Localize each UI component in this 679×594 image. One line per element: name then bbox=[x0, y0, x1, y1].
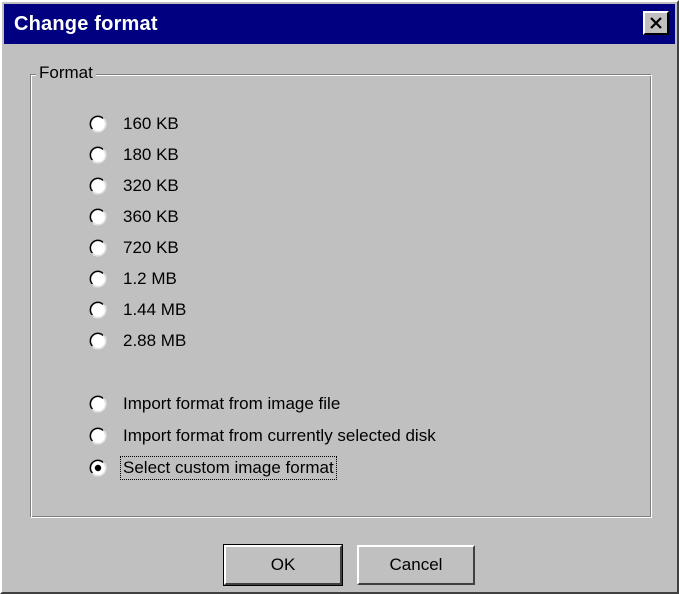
radio-button-icon[interactable] bbox=[88, 269, 108, 289]
radio-label: Import format from image file bbox=[123, 394, 341, 413]
radio-label: 1.44 MB bbox=[123, 300, 187, 319]
radio-button-icon[interactable] bbox=[88, 331, 108, 351]
radio-label: 2.88 MB bbox=[123, 331, 187, 350]
radio-label: Import format from currently selected di… bbox=[123, 426, 436, 445]
close-icon bbox=[650, 17, 662, 29]
close-button[interactable] bbox=[643, 11, 669, 35]
format-group-label: Format bbox=[36, 63, 96, 83]
radio-option-720kb[interactable]: 720 KB bbox=[88, 235, 182, 261]
radio-option-import-image-file[interactable]: Import format from image file bbox=[88, 391, 343, 417]
ok-button[interactable]: OK bbox=[223, 544, 343, 586]
radio-label: 320 KB bbox=[123, 176, 179, 195]
radio-option-custom-image-format[interactable]: Select custom image format bbox=[88, 455, 337, 481]
radio-button-icon[interactable] bbox=[88, 394, 108, 414]
title-bar[interactable]: Change format bbox=[4, 4, 675, 44]
radio-label: 180 KB bbox=[123, 145, 179, 164]
radio-option-1-44mb[interactable]: 1.44 MB bbox=[88, 297, 189, 323]
radio-option-180kb[interactable]: 180 KB bbox=[88, 142, 182, 168]
radio-label: 1.2 MB bbox=[123, 269, 177, 288]
radio-option-320kb[interactable]: 320 KB bbox=[88, 173, 182, 199]
radio-button-icon[interactable] bbox=[88, 207, 108, 227]
radio-label: 360 KB bbox=[123, 207, 179, 226]
radio-button-icon[interactable] bbox=[88, 114, 108, 134]
radio-button-icon[interactable] bbox=[88, 300, 108, 320]
radio-label: Select custom image format bbox=[120, 456, 337, 480]
format-groupbox bbox=[30, 74, 652, 518]
radio-button-icon[interactable] bbox=[88, 145, 108, 165]
radio-option-import-selected-disk[interactable]: Import format from currently selected di… bbox=[88, 423, 439, 449]
radio-label: 720 KB bbox=[123, 238, 179, 257]
window-title: Change format bbox=[14, 13, 158, 35]
radio-label: 160 KB bbox=[123, 114, 179, 133]
radio-button-icon[interactable] bbox=[88, 238, 108, 258]
radio-option-2-88mb[interactable]: 2.88 MB bbox=[88, 328, 189, 354]
radio-button-icon[interactable] bbox=[88, 176, 108, 196]
radio-option-160kb[interactable]: 160 KB bbox=[88, 111, 182, 137]
radio-button-checked-icon[interactable] bbox=[88, 458, 108, 478]
cancel-button[interactable]: Cancel bbox=[357, 545, 475, 585]
radio-option-1-2mb[interactable]: 1.2 MB bbox=[88, 266, 180, 292]
radio-option-360kb[interactable]: 360 KB bbox=[88, 204, 182, 230]
change-format-dialog: Change format Format 160 KB 180 KB 320 K… bbox=[0, 0, 679, 594]
radio-button-icon[interactable] bbox=[88, 426, 108, 446]
